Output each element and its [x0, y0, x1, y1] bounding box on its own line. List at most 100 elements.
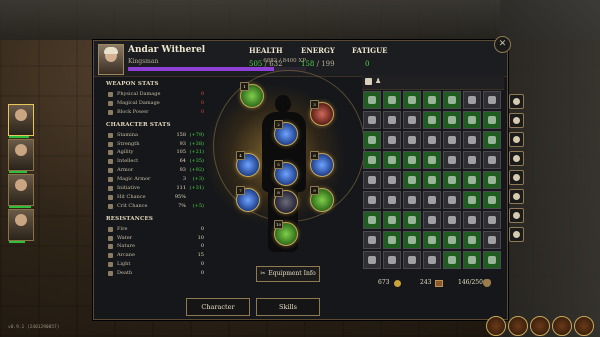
inventory-slot[interactable]	[383, 251, 401, 269]
inventory-slot[interactable]	[463, 111, 481, 129]
inventory-slot[interactable]	[383, 151, 401, 169]
inventory-slot[interactable]	[363, 111, 381, 129]
inventory-slot[interactable]	[463, 131, 481, 149]
close-button[interactable]: ✕	[494, 36, 511, 53]
inventory-slot[interactable]	[443, 231, 461, 249]
item-icon	[368, 216, 376, 224]
equipment-slot-head[interactable]: 2	[274, 120, 298, 146]
skills-button[interactable]: Skills	[256, 298, 320, 316]
inventory-slot[interactable]	[423, 131, 441, 149]
inventory-slot[interactable]	[363, 91, 381, 109]
inventory-slot[interactable]	[443, 171, 461, 189]
inventory-tab-misc[interactable]	[509, 208, 524, 223]
inventory-slot[interactable]	[483, 251, 501, 269]
square-filter-icon[interactable]	[365, 78, 372, 85]
inventory-slot[interactable]	[403, 91, 421, 109]
inventory-slot[interactable]	[423, 211, 441, 229]
inventory-slot[interactable]	[363, 231, 381, 249]
inventory-slot[interactable]	[483, 111, 501, 129]
person-icon[interactable]: ♟	[375, 77, 381, 85]
equipment-slot-neck[interactable]: 3	[310, 100, 334, 126]
inventory-slot[interactable]	[443, 191, 461, 209]
inventory-slot[interactable]	[483, 231, 501, 249]
inventory-slot[interactable]	[403, 191, 421, 209]
inventory-slot[interactable]	[463, 211, 481, 229]
equipment-slot-chest[interactable]: 5	[274, 160, 298, 186]
inventory-slot[interactable]	[463, 151, 481, 169]
inventory-slot[interactable]	[423, 251, 441, 269]
quick-action-combat[interactable]	[486, 316, 506, 336]
inventory-slot[interactable]	[423, 191, 441, 209]
inventory-slot[interactable]	[383, 171, 401, 189]
inventory-slot[interactable]	[483, 211, 501, 229]
inventory-slot[interactable]	[403, 211, 421, 229]
inventory-slot[interactable]	[443, 111, 461, 129]
quick-action-character[interactable]	[508, 316, 528, 336]
character-button[interactable]: Character	[186, 298, 250, 316]
item-icon	[388, 216, 396, 224]
inventory-slot[interactable]	[443, 251, 461, 269]
inventory-slot[interactable]	[383, 191, 401, 209]
inventory-slot[interactable]	[363, 131, 381, 149]
inventory-slot[interactable]	[403, 131, 421, 149]
quick-action-journal[interactable]	[530, 316, 550, 336]
inventory-slot[interactable]	[423, 151, 441, 169]
inventory-slot[interactable]	[463, 251, 481, 269]
equipment-slot-offhand[interactable]: 9	[310, 186, 334, 212]
quick-action-settings[interactable]	[574, 316, 594, 336]
quick-action-map[interactable]	[552, 316, 572, 336]
inventory-tab-consumables[interactable]	[509, 170, 524, 185]
inventory-slot[interactable]	[403, 231, 421, 249]
inventory-slot[interactable]	[483, 151, 501, 169]
inventory-slot[interactable]	[363, 251, 381, 269]
inventory-slot[interactable]	[403, 111, 421, 129]
equipment-slot-shoulders[interactable]: 4	[236, 151, 260, 177]
inventory-tab-armor[interactable]	[509, 132, 524, 147]
inventory-slot[interactable]	[443, 211, 461, 229]
inventory-slot[interactable]	[463, 231, 481, 249]
equipment-slot-feet[interactable]: 10	[274, 220, 298, 246]
equipment-slot-hands[interactable]: 6	[310, 151, 334, 177]
inventory-slot[interactable]	[443, 151, 461, 169]
inventory-tab-materials[interactable]	[509, 189, 524, 204]
equipment-slot-ring[interactable]: 7	[236, 186, 260, 212]
party-member-portrait[interactable]	[8, 104, 34, 138]
inventory-tab-accessories[interactable]	[509, 151, 524, 166]
inventory-slot[interactable]	[463, 91, 481, 109]
inventory-slot[interactable]	[363, 191, 381, 209]
equipment-slot-belt[interactable]: 8	[274, 188, 298, 214]
inventory-slot[interactable]	[443, 131, 461, 149]
inventory-tab-all[interactable]	[509, 94, 524, 109]
inventory-slot[interactable]	[483, 191, 501, 209]
inventory-slot[interactable]	[423, 111, 441, 129]
inventory-slot[interactable]	[383, 131, 401, 149]
inventory-slot[interactable]	[383, 211, 401, 229]
inventory-slot[interactable]	[443, 91, 461, 109]
inventory-slot[interactable]	[383, 231, 401, 249]
inventory-slot[interactable]	[403, 171, 421, 189]
inventory-slot[interactable]	[383, 91, 401, 109]
inventory-slot[interactable]	[423, 231, 441, 249]
inventory-slot[interactable]	[483, 131, 501, 149]
inventory-slot[interactable]	[403, 251, 421, 269]
resistance-label: Death	[117, 270, 133, 277]
party-member-portrait[interactable]	[8, 174, 34, 208]
inventory-slot[interactable]	[463, 171, 481, 189]
inventory-slot[interactable]	[463, 191, 481, 209]
item-icon	[468, 256, 476, 264]
inventory-slot[interactable]	[363, 151, 381, 169]
party-member-portrait[interactable]	[8, 209, 34, 243]
inventory-slot[interactable]	[483, 171, 501, 189]
party-member-portrait[interactable]	[8, 139, 34, 173]
inventory-slot[interactable]	[403, 151, 421, 169]
inventory-tab-quest[interactable]	[509, 227, 524, 242]
inventory-slot[interactable]	[423, 91, 441, 109]
inventory-slot[interactable]	[363, 171, 381, 189]
inventory-slot[interactable]	[483, 91, 501, 109]
inventory-slot[interactable]	[383, 111, 401, 129]
inventory-slot[interactable]	[423, 171, 441, 189]
inventory-slot[interactable]	[363, 211, 381, 229]
equipment-slot-weapon[interactable]: 1	[240, 82, 264, 108]
inventory-tab-weapons[interactable]	[509, 113, 524, 128]
equipment-info-button[interactable]: ✂ Equipment Info	[256, 266, 320, 282]
